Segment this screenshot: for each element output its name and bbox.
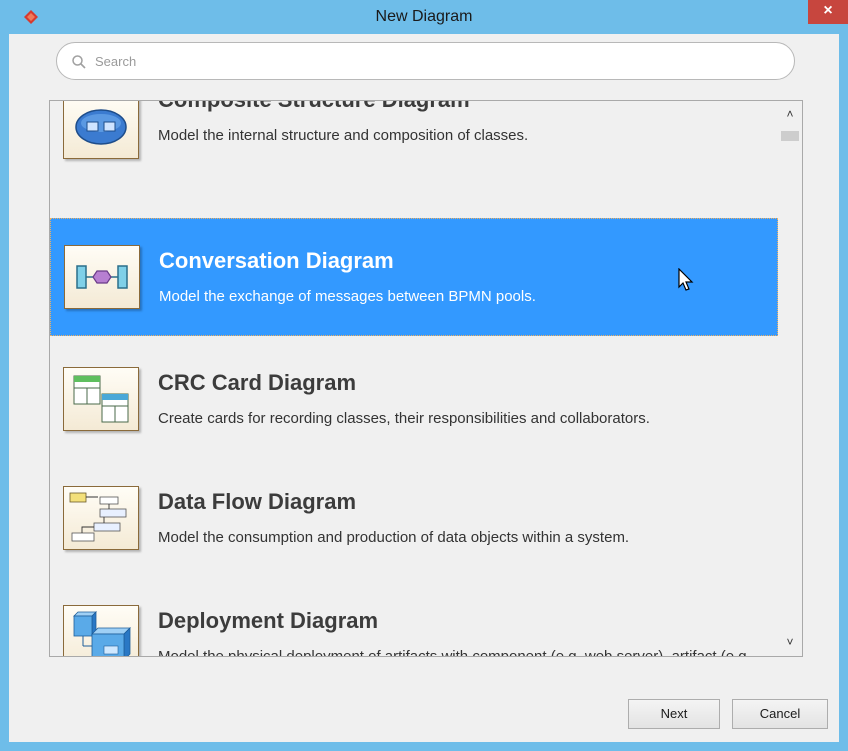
item-title: Composite Structure Diagram	[158, 101, 470, 113]
new-diagram-window: New Diagram × Composite Structure Diagra…	[0, 0, 848, 751]
item-title: CRC Card Diagram	[158, 370, 357, 395]
next-button[interactable]: Next	[628, 699, 720, 729]
item-description: Model the consumption and production of …	[158, 529, 630, 546]
item-title: Deployment Diagram	[158, 608, 379, 633]
search-icon	[72, 55, 86, 69]
window-title: New Diagram	[375, 8, 473, 25]
conversation-icon	[64, 245, 140, 309]
item-title: Conversation Diagram	[159, 248, 394, 273]
list-item-crc-card[interactable]: CRC Card Diagram Create cards for record…	[50, 337, 778, 455]
item-description: Model the physical deployment of artifac…	[158, 648, 751, 657]
search-input[interactable]	[95, 44, 775, 78]
scroll-down-arrow-icon[interactable]: ˅	[778, 633, 802, 651]
title-bar[interactable]: New Diagram ×	[0, 0, 848, 34]
item-description: Create cards for recording classes, thei…	[158, 410, 650, 427]
item-description: Model the internal structure and composi…	[158, 127, 529, 144]
mouse-pointer-icon	[678, 268, 694, 291]
search-box[interactable]	[56, 42, 795, 80]
data-flow-icon	[63, 486, 139, 550]
composite-structure-icon	[63, 101, 139, 159]
crc-card-icon	[63, 367, 139, 431]
vertical-scrollbar[interactable]: ˄ ˅	[778, 101, 802, 656]
diagram-type-list: Composite Structure Diagram Model the in…	[49, 100, 803, 657]
list-item-composite-structure[interactable]: Composite Structure Diagram Model the in…	[50, 101, 778, 195]
scroll-thumb[interactable]	[781, 131, 799, 141]
list-item-data-flow[interactable]: Data Flow Diagram Model the consumption …	[50, 456, 778, 574]
item-title: Data Flow Diagram	[158, 489, 357, 514]
cancel-button[interactable]: Cancel	[732, 699, 828, 729]
close-button[interactable]: ×	[808, 0, 848, 24]
list-item-deployment[interactable]: Deployment Diagram Model the physical de…	[50, 575, 778, 657]
deployment-icon	[63, 605, 139, 656]
scroll-up-arrow-icon[interactable]: ˄	[778, 105, 802, 123]
list-item-conversation[interactable]: Conversation Diagram Model the exchange …	[50, 218, 778, 336]
